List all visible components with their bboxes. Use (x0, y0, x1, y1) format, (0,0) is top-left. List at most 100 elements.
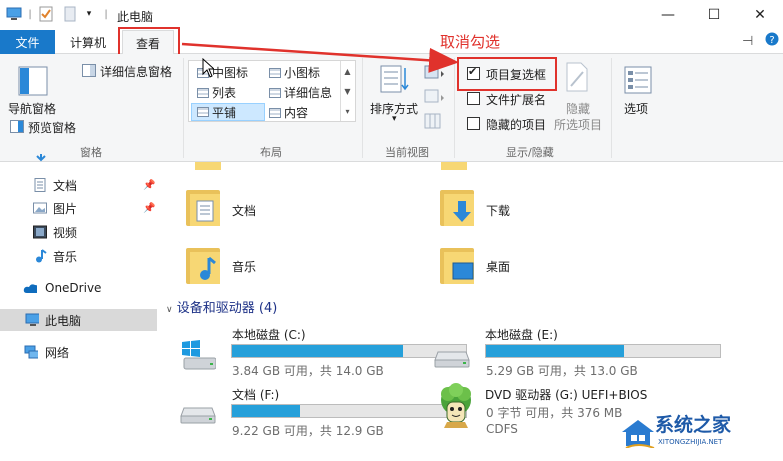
nav-pane-button[interactable]: 导航窗格 (8, 100, 56, 117)
group-divider (611, 58, 612, 158)
nav-item-downloads-partial[interactable] (0, 154, 157, 164)
devices-section-header[interactable]: ∨ 设备和驱动器 (4) (166, 297, 277, 316)
watermark-url: XITONGZHIJIA.NET (658, 438, 723, 446)
tab-file[interactable]: 文件 (0, 30, 55, 54)
nav-item-label: 图片 (53, 201, 78, 216)
layout-content[interactable]: 内容 (269, 104, 308, 121)
item-checkboxes-highlight (457, 57, 557, 91)
nav-item-music[interactable]: 音乐 (0, 245, 157, 267)
drive-name[interactable]: 本地磁盘 (C:) (232, 326, 306, 343)
nav-item-label: 网络 (45, 345, 70, 360)
customize-qa-icon[interactable]: ▾ (84, 5, 94, 23)
folder-partial-icon (441, 162, 467, 170)
chevron-down-icon[interactable]: ∨ (166, 305, 173, 315)
videos-icon (33, 225, 47, 239)
nav-item-onedrive[interactable]: OneDrive (0, 277, 157, 299)
minimize-button[interactable]: — (645, 0, 691, 30)
nav-item-documents[interactable]: 文档 📌 (0, 174, 157, 196)
music-icon (36, 249, 47, 263)
nav-item-network[interactable]: 网络 (0, 341, 157, 363)
group-by-icon[interactable] (424, 64, 446, 83)
drive-name[interactable]: 文档 (F:) (232, 386, 279, 403)
onedrive-icon (23, 284, 37, 293)
separator-icon: | (104, 8, 108, 20)
svg-text:?: ? (769, 35, 774, 46)
drive-usage-bar (485, 344, 721, 358)
nav-pane-icon[interactable] (18, 66, 48, 99)
hard-drive-icon[interactable] (434, 346, 470, 368)
options-button[interactable]: 选项 (624, 100, 648, 117)
layout-tiles[interactable]: 平铺 (191, 103, 265, 121)
close-button[interactable]: ✕ (737, 0, 783, 30)
sort-by-icon[interactable] (380, 64, 410, 97)
group-divider (362, 58, 363, 158)
folder-label[interactable]: 桌面 (486, 258, 510, 275)
folder-label[interactable]: 文档 (232, 202, 256, 219)
group-label-current-view: 当前视图 (385, 146, 429, 159)
network-icon (24, 345, 38, 359)
details-pane-button[interactable]: 详细信息窗格 (100, 63, 172, 80)
drive-usage-bar (231, 344, 467, 358)
small-icons-icon (269, 67, 281, 78)
preview-pane-button[interactable]: 预览窗格 (28, 119, 76, 136)
properties-icon[interactable] (38, 5, 54, 23)
layout-scroll-down-icon[interactable]: ▼ (340, 81, 354, 101)
annotation-text: 取消勾选 (440, 33, 501, 51)
windows-drive-icon[interactable] (180, 338, 217, 370)
layout-expand-icon[interactable]: ▾ (340, 101, 354, 121)
layout-details[interactable]: 详细信息 (269, 84, 332, 101)
tab-computer[interactable]: 计算机 (60, 30, 116, 54)
preview-pane-icon (10, 120, 24, 136)
maximize-button[interactable]: ☐ (691, 0, 737, 30)
drive-usage-text: 3.84 GB 可用，共 14.0 GB (232, 364, 384, 378)
watermark-brand: 系统之家 (655, 414, 732, 436)
sort-by-dropdown-icon[interactable]: ▾ (392, 114, 397, 124)
group-label-layout: 布局 (260, 146, 282, 159)
computer-icon (6, 5, 22, 23)
hidden-items-checkbox[interactable] (467, 117, 480, 130)
hide-selected-label[interactable]: 隐藏 (566, 100, 590, 117)
dvd-drive-icon[interactable] (434, 382, 478, 430)
drive-usage-fill (232, 345, 403, 357)
group-divider (454, 58, 455, 158)
nav-item-pictures[interactable]: 图片 📌 (0, 197, 157, 219)
separator-icon: | (28, 8, 32, 20)
tiles-icon (197, 107, 209, 117)
drive-name[interactable]: DVD 驱动器 (G:) UEFI+BIOS (485, 386, 647, 403)
drive-usage-text: 0 字节 可用，共 376 MB (486, 406, 623, 420)
help-icon[interactable]: ? (765, 32, 779, 50)
downloads-folder-icon[interactable] (440, 188, 474, 226)
options-icon[interactable] (624, 66, 652, 97)
file-extensions-label[interactable]: 文件扩展名 (486, 91, 546, 108)
drive-filesystem-text: CDFS (486, 422, 518, 436)
pin-icon[interactable]: 📌 (143, 203, 155, 214)
layout-small-icons[interactable]: 小图标 (269, 64, 320, 81)
size-columns-icon[interactable] (424, 112, 442, 133)
folder-label[interactable]: 下载 (486, 202, 510, 219)
folder-partial-icon (195, 162, 221, 170)
layout-scroll-up-icon[interactable]: ▲ (340, 61, 354, 81)
new-folder-icon[interactable] (62, 5, 78, 23)
pin-ribbon-icon[interactable]: ⊣ (742, 34, 753, 49)
drive-name[interactable]: 本地磁盘 (E:) (485, 326, 558, 343)
desktop-folder-icon[interactable] (440, 246, 474, 284)
pin-icon[interactable]: 📌 (143, 180, 155, 191)
file-extensions-checkbox[interactable] (467, 92, 480, 105)
nav-item-label: OneDrive (45, 281, 102, 295)
add-columns-icon[interactable] (424, 88, 446, 107)
documents-folder-icon[interactable] (186, 188, 220, 226)
hide-selected-icon[interactable] (565, 62, 589, 95)
hidden-items-label[interactable]: 隐藏的项目 (486, 116, 546, 133)
nav-item-label: 音乐 (53, 249, 78, 264)
details-icon (269, 87, 281, 98)
nav-item-videos[interactable]: 视频 (0, 221, 157, 243)
layout-list[interactable]: 列表 (197, 84, 236, 101)
documents-icon (34, 178, 46, 192)
folder-label[interactable]: 音乐 (232, 258, 256, 275)
view-tab-highlight (118, 27, 180, 57)
drive-usage-bar (231, 404, 467, 418)
music-folder-icon[interactable] (186, 246, 220, 284)
list-icon (197, 87, 209, 98)
nav-item-this-pc[interactable]: 此电脑 (0, 309, 157, 331)
hard-drive-icon[interactable] (180, 402, 216, 424)
